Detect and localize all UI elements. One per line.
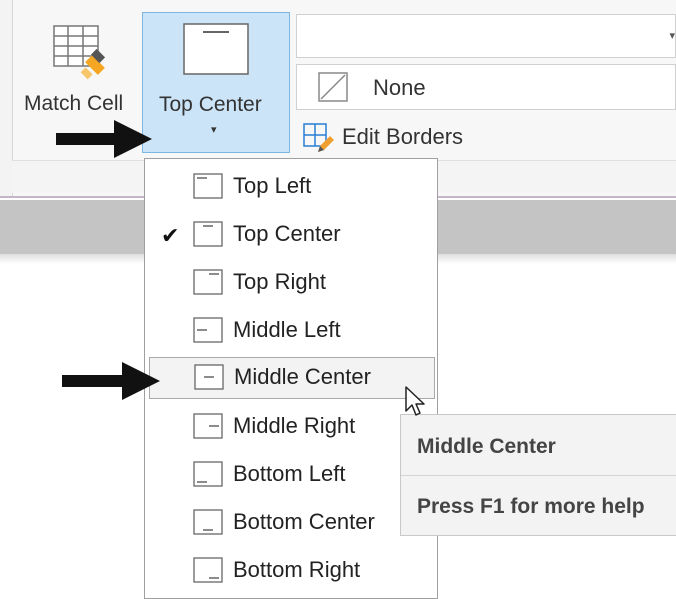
caret-down-icon: ▾: [211, 124, 217, 136]
annotation-arrow-icon: [56, 120, 152, 158]
no-border-icon: [318, 72, 348, 102]
edit-borders-button[interactable]: Edit Borders: [298, 118, 498, 154]
menu-item-label: Middle Left: [233, 317, 341, 342]
tooltip-help-text: Press F1 for more help: [417, 495, 645, 518]
menu-item-bottom-center[interactable]: Bottom Center: [145, 501, 437, 547]
menu-item-middle-center[interactable]: Middle Center: [149, 357, 435, 399]
menu-item-top-left[interactable]: Top Left: [145, 165, 437, 211]
checkmark-icon: ✔: [161, 223, 180, 248]
align-top-center-icon: [193, 221, 223, 247]
menu-item-label: Middle Center: [234, 364, 371, 389]
align-bottom-right-icon: [193, 557, 223, 583]
border-style-dropdown[interactable]: ▾: [296, 14, 676, 58]
menu-item-top-right[interactable]: Top Right: [145, 261, 437, 307]
alignment-button-label: Top Center: [159, 93, 262, 116]
annotation-arrow-icon: [62, 362, 160, 400]
tooltip: Middle Center Press F1 for more help: [400, 414, 676, 536]
caret-down-icon[interactable]: ▾: [669, 29, 675, 42]
menu-item-label: Bottom Center: [233, 509, 375, 534]
menu-item-label: Top Left: [233, 173, 312, 198]
menu-item-label: Top Right: [233, 269, 326, 294]
edit-borders-label: Edit Borders: [342, 124, 464, 149]
match-cell-button[interactable]: Match Cell: [18, 14, 142, 124]
tooltip-divider: [401, 475, 676, 476]
border-none-dropdown[interactable]: None: [296, 64, 676, 110]
match-cell-label: Match Cell: [24, 92, 124, 115]
cell-alignment-menu: Top Left ✔ Top Center Top Right Middle L…: [144, 158, 438, 599]
menu-item-label: Bottom Right: [233, 557, 361, 582]
border-style-value: None: [373, 75, 426, 100]
align-middle-left-icon: [193, 317, 223, 343]
match-cell-icon: [53, 25, 106, 80]
menu-item-middle-right[interactable]: Middle Right: [145, 405, 437, 451]
mouse-pointer-icon: [405, 386, 425, 416]
edit-borders-icon: [303, 123, 334, 152]
menu-item-bottom-left[interactable]: Bottom Left: [145, 453, 437, 499]
cell-alignment-dropdown-button[interactable]: Top Center ▾: [142, 12, 290, 153]
menu-item-middle-left[interactable]: Middle Left: [145, 309, 437, 355]
align-middle-center-icon: [194, 364, 224, 390]
menu-item-label: Top Center: [233, 221, 341, 246]
align-bottom-center-icon: [193, 509, 223, 535]
menu-item-bottom-right[interactable]: Bottom Right: [145, 549, 437, 595]
align-bottom-left-icon: [193, 461, 223, 487]
menu-item-label: Bottom Left: [233, 461, 346, 486]
align-middle-right-icon: [193, 413, 223, 439]
menu-item-label: Middle Right: [233, 413, 356, 438]
align-top-center-icon: [183, 23, 249, 75]
align-top-right-icon: [193, 269, 223, 295]
tooltip-title: Middle Center: [417, 435, 556, 458]
align-top-left-icon: [193, 173, 223, 199]
menu-item-top-center[interactable]: ✔ Top Center: [145, 213, 437, 259]
